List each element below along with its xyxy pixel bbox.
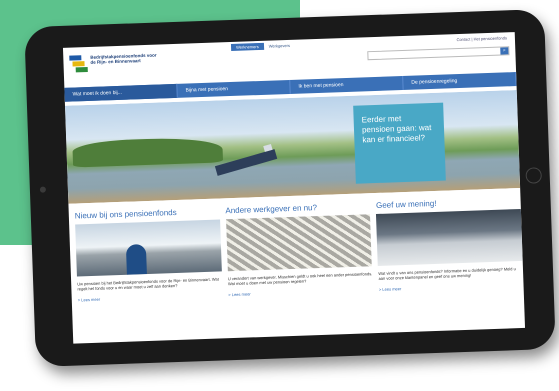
home-button[interactable]	[525, 167, 542, 184]
logo-text: Bedrijfstakpensioenfonds voor de Rijn- e…	[90, 52, 157, 65]
nav-item-pensioenregeling[interactable]: De pensioenregeling	[403, 72, 517, 90]
read-more-link[interactable]: > Lees meer	[228, 288, 373, 298]
website-screen: Bedrijfstakpensioenfonds voor de Rijn- e…	[62, 32, 526, 344]
tab-werknemers[interactable]: Werknemers	[230, 42, 264, 51]
captain-figure	[125, 244, 147, 275]
utility-links[interactable]: Contact | Het pensioenfonds	[456, 35, 507, 42]
nav-item-met-pensioen[interactable]: Ik ben met pensioen	[290, 75, 404, 94]
nav-item-bijna-met-pensioen[interactable]: Bijna met pensioen	[177, 79, 291, 98]
read-more-link[interactable]: > Lees meer	[379, 282, 524, 293]
card-image	[75, 219, 222, 277]
tab-werkgevers[interactable]: Werkgevers	[264, 42, 295, 50]
card-text: Uw pensioen bij het Bedrijfstakpensioenf…	[77, 276, 219, 292]
hero-banner: Eerder met pensioen gaan: wat kan er fin…	[64, 90, 521, 204]
camera-icon	[39, 186, 47, 193]
card-title[interactable]: Nieuw bij ons pensioenfonds	[75, 206, 220, 221]
card-mening: Geef uw mening! Wat vindt u van ons pens…	[376, 196, 524, 292]
read-more-link[interactable]: > Lees meer	[78, 293, 223, 303]
card-row: Nieuw bij ons pensioenfonds Uw pensioen …	[69, 196, 524, 303]
nav-item-wat-moet-ik-doen[interactable]: Wat moet ik doen bij...	[64, 83, 178, 102]
card-image	[225, 214, 373, 272]
card-nieuw: Nieuw bij ons pensioenfonds Uw pensioen …	[75, 206, 223, 303]
search-input[interactable]: ⌕	[367, 46, 510, 61]
hero-callout[interactable]: Eerder met pensioen gaan: wat kan er fin…	[353, 102, 446, 184]
logo-icon	[69, 55, 88, 74]
card-text: U verandert van werkgever. Misschien gel…	[227, 271, 373, 287]
logo[interactable]: Bedrijfstakpensioenfonds voor de Rijn- e…	[69, 52, 161, 73]
audience-tabs: Werknemers Werkgevers	[230, 42, 295, 51]
tablet-frame: Bedrijfstakpensioenfonds voor de Rijn- e…	[24, 9, 556, 367]
card-text: Wat vindt u van ons pensioenfonds? Infor…	[378, 266, 516, 282]
card-image	[376, 208, 523, 266]
search-icon[interactable]: ⌕	[500, 47, 509, 55]
card-title[interactable]: Geef uw mening!	[376, 196, 521, 210]
card-title[interactable]: Andere werkgever en nu?	[225, 201, 370, 215]
card-andere-werkgever: Andere werkgever en nu? U verandert van …	[225, 201, 373, 298]
